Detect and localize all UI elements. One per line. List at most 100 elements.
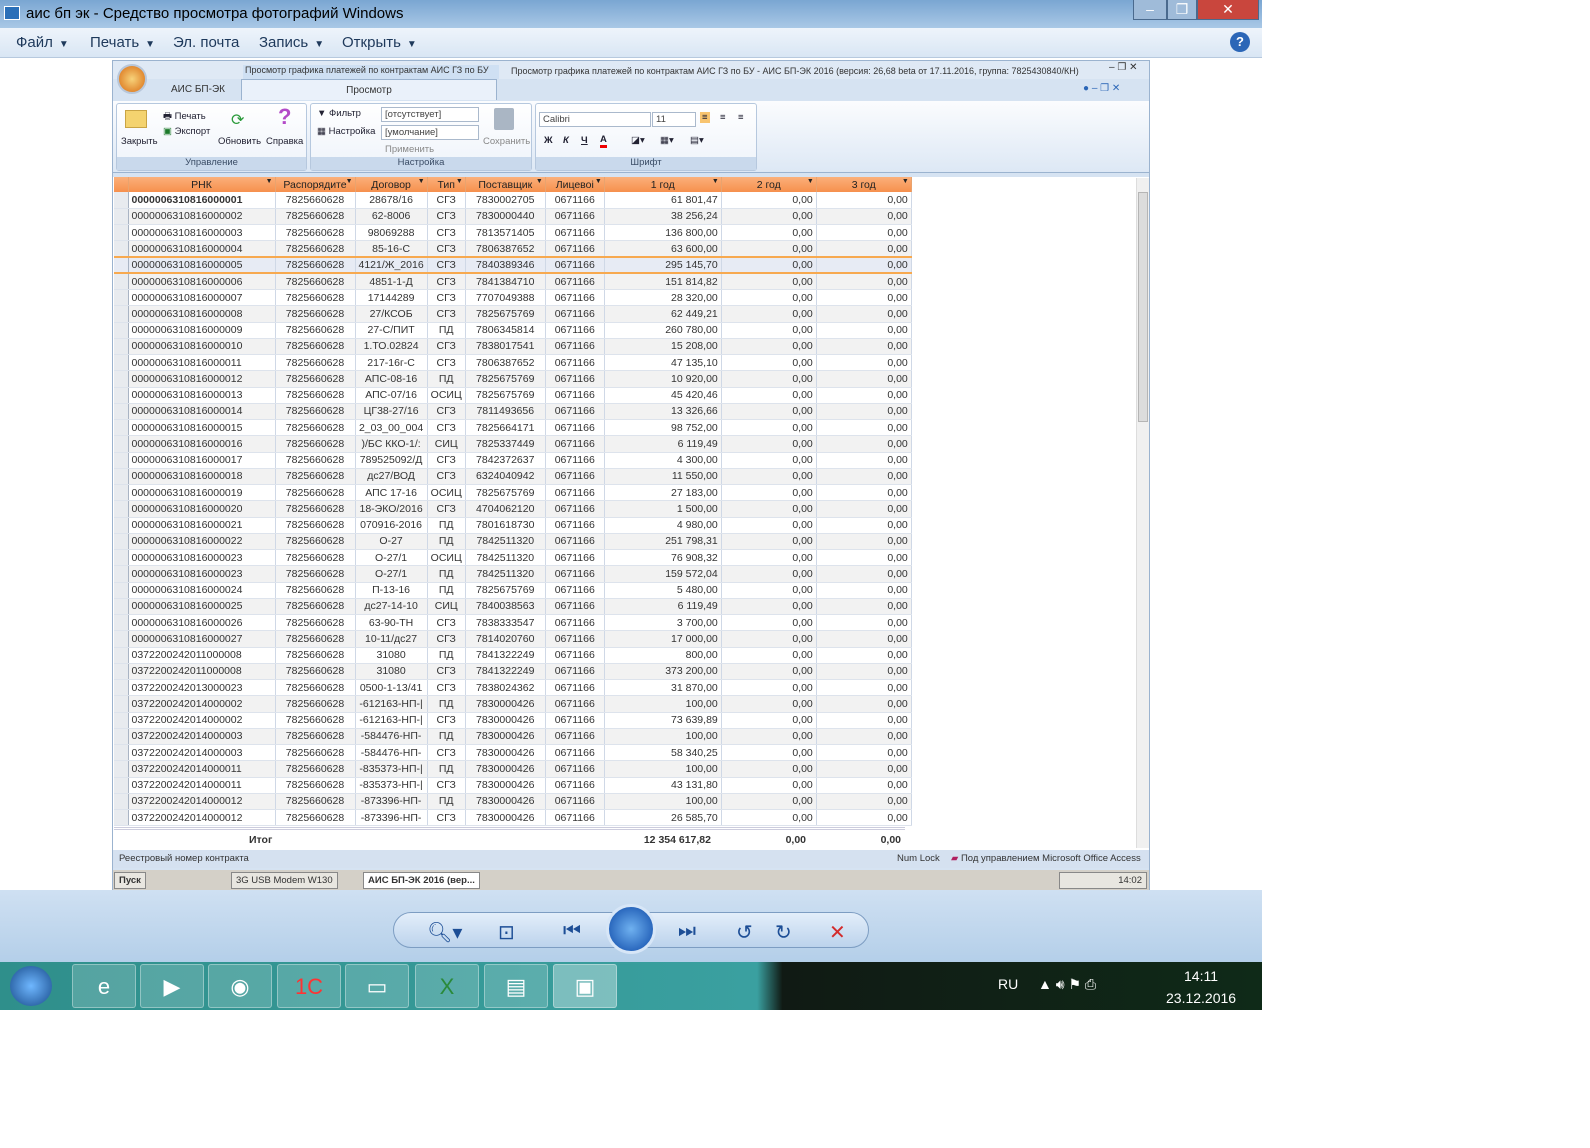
- cell-account[interactable]: 0671166: [545, 679, 605, 697]
- cell-type[interactable]: СГЗ: [427, 500, 466, 518]
- cell-year3[interactable]: 0,00: [816, 582, 912, 599]
- row-selector[interactable]: [114, 809, 129, 827]
- cell-year1[interactable]: 76 908,32: [604, 549, 722, 567]
- chevron-down-icon[interactable]: ▼: [595, 178, 602, 185]
- cell-supplier[interactable]: 7842511320: [465, 533, 546, 551]
- cell-rnk[interactable]: 0000006310816000009: [128, 322, 276, 339]
- row-selector[interactable]: [114, 712, 129, 729]
- cell-year1[interactable]: 45 420,46: [604, 387, 722, 404]
- cell-year2[interactable]: 0,00: [721, 712, 817, 729]
- cell-year2[interactable]: 0,00: [721, 777, 817, 794]
- cell-year3[interactable]: 0,00: [816, 793, 912, 811]
- cell-type[interactable]: СГЗ: [427, 403, 466, 421]
- cell-manager[interactable]: 7825660628: [275, 370, 356, 388]
- cell-year2[interactable]: 0,00: [721, 322, 817, 339]
- cell-account[interactable]: 0671166: [545, 354, 605, 372]
- cell-account[interactable]: 0671166: [545, 322, 605, 339]
- table-row[interactable]: 0372200242014000002 7825660628 -612163-НП-…: [114, 712, 912, 729]
- cell-year2[interactable]: 0,00: [721, 224, 817, 242]
- row-selector[interactable]: [114, 695, 129, 713]
- cell-manager[interactable]: 7825660628: [275, 744, 356, 762]
- chrome-icon[interactable]: ◉: [208, 964, 272, 1008]
- cell-supplier[interactable]: 7801618730: [465, 517, 546, 534]
- cell-type[interactable]: СГЗ: [427, 289, 466, 307]
- cell-rnk[interactable]: 0372200242014000002: [128, 695, 276, 713]
- cell-contract[interactable]: АПС 17-16: [355, 484, 428, 502]
- cell-year3[interactable]: 0,00: [816, 695, 912, 713]
- cell-year2[interactable]: 0,00: [721, 240, 817, 258]
- row-selector[interactable]: [114, 614, 129, 632]
- cell-manager[interactable]: 7825660628: [275, 728, 356, 746]
- cell-year2[interactable]: 0,00: [721, 549, 817, 567]
- cell-year3[interactable]: 0,00: [816, 338, 912, 356]
- cell-manager[interactable]: 7825660628: [275, 533, 356, 551]
- cell-contract[interactable]: -612163-НП-|: [355, 695, 428, 713]
- cell-rnk[interactable]: 0000006310816000027: [128, 630, 276, 648]
- row-selector[interactable]: [114, 760, 129, 778]
- fill-color-icon[interactable]: ◪▾: [631, 135, 645, 146]
- cell-manager[interactable]: 7825660628: [275, 598, 356, 616]
- cell-year3[interactable]: 0,00: [816, 387, 912, 404]
- cell-year1[interactable]: 4 980,00: [604, 517, 722, 534]
- cell-supplier[interactable]: 7825664171: [465, 419, 546, 437]
- row-selector[interactable]: [114, 403, 129, 421]
- cell-manager[interactable]: 7825660628: [275, 255, 356, 275]
- cell-contract[interactable]: -584476-НП-: [355, 744, 428, 762]
- align-right-button[interactable]: ≡: [738, 112, 744, 123]
- cell-year1[interactable]: 6 119,49: [604, 435, 722, 453]
- cell-year3[interactable]: 0,00: [816, 809, 912, 827]
- cell-type[interactable]: СГЗ: [427, 744, 466, 762]
- cell-year3[interactable]: 0,00: [816, 484, 912, 502]
- font-color-button[interactable]: А: [600, 134, 607, 148]
- row-selector[interactable]: [114, 500, 129, 518]
- cell-supplier[interactable]: 7806345814: [465, 322, 546, 339]
- cell-manager[interactable]: 7825660628: [275, 517, 356, 534]
- cell-manager[interactable]: 7825660628: [275, 565, 356, 583]
- cell-account[interactable]: 0671166: [545, 387, 605, 404]
- table-row[interactable]: 0000006310816000001 7825660628 28678/16 СГЗ…: [114, 192, 912, 209]
- column-header[interactable]: 2 год ▼: [721, 177, 817, 192]
- cell-year3[interactable]: 0,00: [816, 322, 912, 339]
- cell-supplier[interactable]: 7830002705: [465, 192, 546, 209]
- menu-file[interactable]: Файл ▼: [16, 34, 69, 51]
- cell-rnk[interactable]: 0000006310816000011: [128, 354, 276, 372]
- cell-supplier[interactable]: 7814020760: [465, 630, 546, 648]
- cell-type[interactable]: ОСИЦ: [427, 387, 466, 404]
- cell-rnk[interactable]: 0372200242011000008: [128, 647, 276, 664]
- row-selector[interactable]: [114, 484, 129, 502]
- cell-manager[interactable]: 7825660628: [275, 419, 356, 437]
- cell-account[interactable]: 0671166: [545, 728, 605, 746]
- cell-rnk[interactable]: 0000006310816000016: [128, 435, 276, 453]
- cell-year3[interactable]: 0,00: [816, 549, 912, 567]
- cell-manager[interactable]: 7825660628: [275, 582, 356, 599]
- cell-contract[interactable]: 4851-1-Д: [355, 273, 428, 291]
- excel-icon[interactable]: X: [415, 964, 479, 1008]
- clock-date[interactable]: 23.12.2016: [1166, 990, 1236, 1006]
- cell-type[interactable]: СГЗ: [427, 679, 466, 697]
- cell-year1[interactable]: 159 572,04: [604, 565, 722, 583]
- column-header[interactable]: Поставщик ▼: [465, 177, 546, 192]
- cell-type[interactable]: ОСИЦ: [427, 549, 466, 567]
- cell-supplier[interactable]: 7841322249: [465, 663, 546, 681]
- cell-year1[interactable]: 27 183,00: [604, 484, 722, 502]
- cell-year2[interactable]: 0,00: [721, 695, 817, 713]
- row-selector[interactable]: [114, 744, 129, 762]
- column-header[interactable]: Договор ▼: [355, 177, 428, 192]
- column-header[interactable]: 3 год ▼: [816, 177, 912, 192]
- cell-year1[interactable]: 13 326,66: [604, 403, 722, 421]
- tray-icons[interactable]: ▲ 🔊︎ ⚑ ⎙: [1038, 976, 1096, 993]
- cell-supplier[interactable]: 7830000426: [465, 695, 546, 713]
- cell-account[interactable]: 0671166: [545, 760, 605, 778]
- media-player-icon[interactable]: ▶: [140, 964, 204, 1008]
- cell-year2[interactable]: 0,00: [721, 468, 817, 486]
- cell-year2[interactable]: 0,00: [721, 403, 817, 421]
- cell-supplier[interactable]: 7811493656: [465, 403, 546, 421]
- row-selector[interactable]: [114, 630, 129, 648]
- table-row[interactable]: 0000006310816000025 7825660628 дс27-14-10 С…: [114, 598, 912, 616]
- cell-year2[interactable]: 0,00: [721, 208, 817, 226]
- cell-year3[interactable]: 0,00: [816, 468, 912, 486]
- cell-contract[interactable]: 789525092/Д: [355, 452, 428, 469]
- delete-icon[interactable]: ✕: [829, 920, 846, 945]
- cell-manager[interactable]: 7825660628: [275, 695, 356, 713]
- table-row[interactable]: 0372200242013000023 7825660628 0500-1-13/4…: [114, 679, 912, 697]
